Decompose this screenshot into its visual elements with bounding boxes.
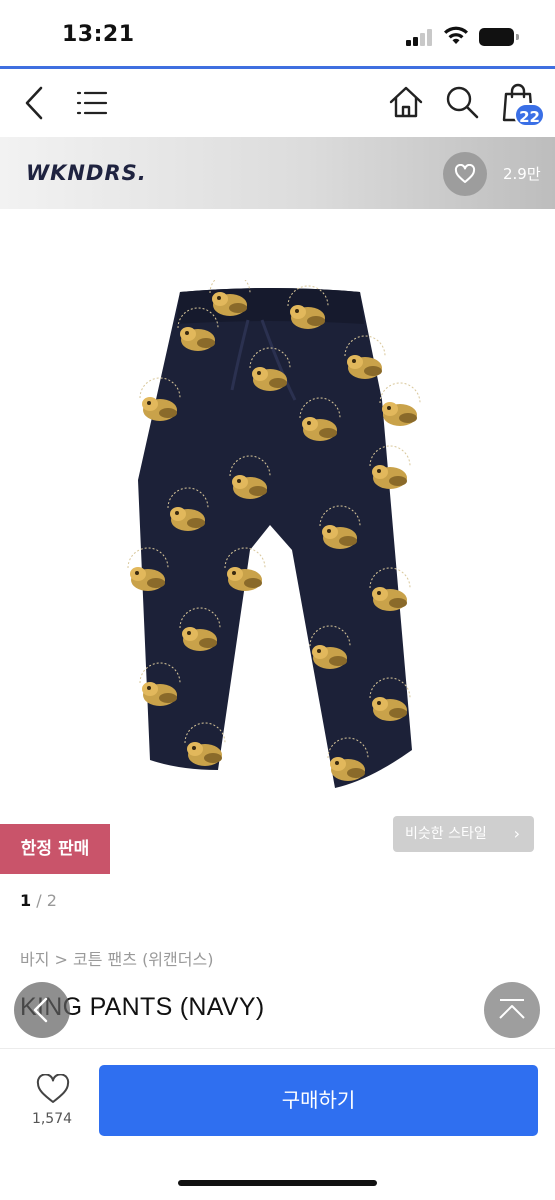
breadcrumb[interactable]: 바지 > 코튼 팬츠 (위캔더스) xyxy=(20,946,213,970)
product-image[interactable] xyxy=(120,280,425,795)
top-navigation xyxy=(0,69,555,137)
similar-style-label: 비슷한 스타일 xyxy=(405,826,487,842)
home-indicator xyxy=(178,1180,377,1186)
home-icon[interactable] xyxy=(388,84,424,120)
heart-icon[interactable] xyxy=(36,1074,70,1104)
hamburger-icon[interactable] xyxy=(76,89,108,117)
heart-icon xyxy=(454,164,476,183)
chevron-left-icon xyxy=(33,997,48,1023)
cart-count-badge: 22 xyxy=(514,103,545,127)
brand-like-count: 2.9만 xyxy=(503,165,541,183)
wifi-icon xyxy=(444,26,468,44)
wish-count: 1,574 xyxy=(31,1111,73,1127)
limited-sale-badge: 한정 판매 xyxy=(0,824,110,874)
scroll-top-button[interactable] xyxy=(484,982,540,1038)
search-icon[interactable] xyxy=(444,84,480,120)
cellular-signal-icon xyxy=(406,28,434,46)
status-time: 13:21 xyxy=(62,22,135,47)
image-pager: 1 / 2 xyxy=(20,891,57,910)
arrow-up-icon xyxy=(499,999,525,1019)
battery-icon xyxy=(479,28,519,46)
status-bar: 13:21 xyxy=(0,0,555,68)
floating-back-button[interactable] xyxy=(14,982,70,1038)
similar-style-button[interactable]: 비슷한 스타일 › xyxy=(393,816,534,852)
pager-total: 2 xyxy=(46,891,57,910)
buy-button[interactable]: 구매하기 xyxy=(99,1065,538,1136)
brand-logo[interactable]: WKNDRS. xyxy=(26,161,147,185)
chevron-right-icon: › xyxy=(513,824,520,843)
chevron-left-icon[interactable] xyxy=(20,85,50,121)
pager-separator: / xyxy=(31,891,47,910)
brand-like-button[interactable] xyxy=(443,152,487,196)
pager-current: 1 xyxy=(20,891,32,910)
